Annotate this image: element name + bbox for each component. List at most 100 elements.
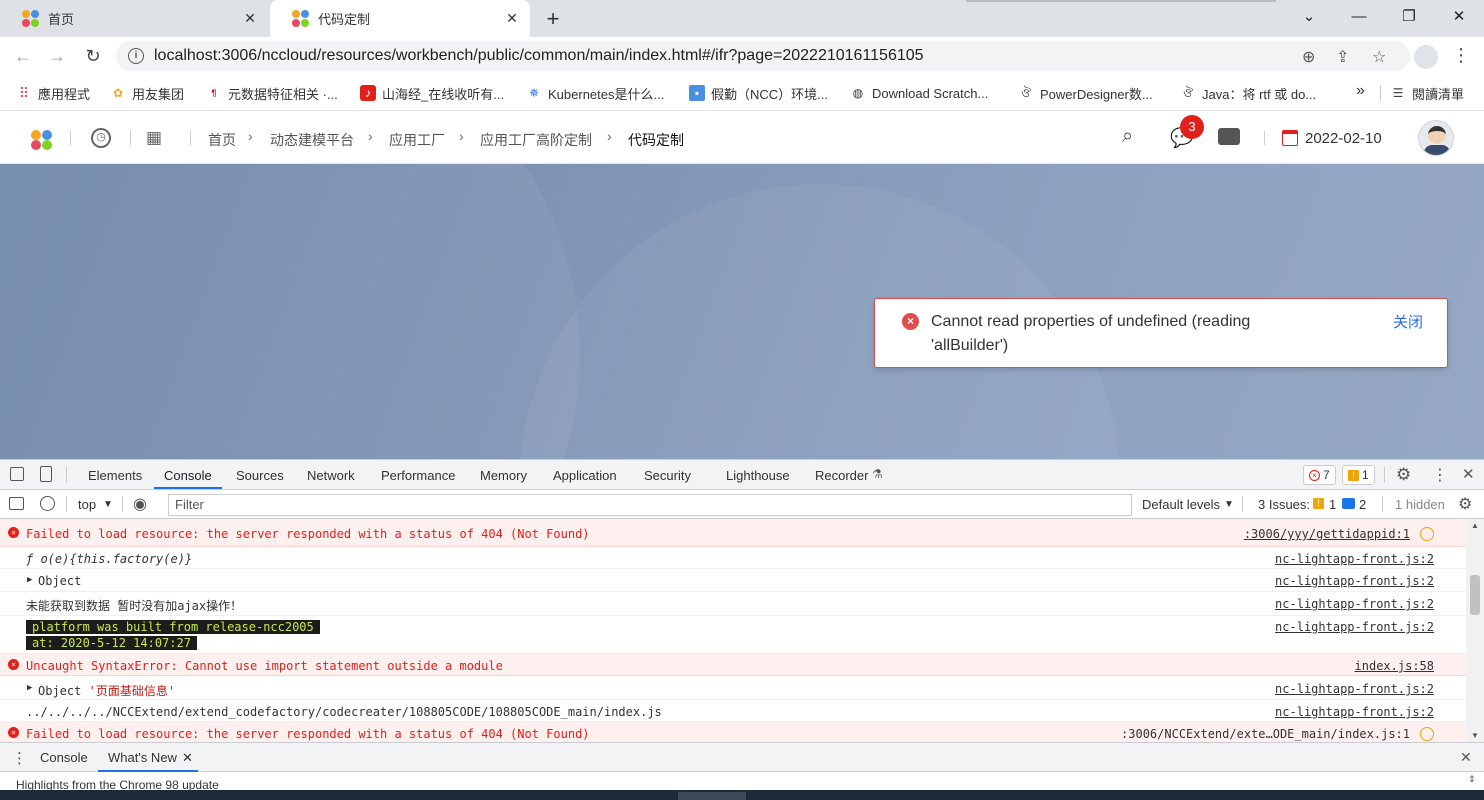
network-request-icon[interactable] (1420, 527, 1434, 541)
bookmark-metadata[interactable]: ¶ 元数据特征相关 ·... (206, 83, 337, 103)
log-source-link[interactable]: index.js:58 (1355, 659, 1434, 673)
bookmark-kubernetes[interactable]: ✵ Kubernetes是什么... (526, 83, 664, 103)
reload-icon[interactable]: ↻ (82, 45, 104, 67)
forward-arrow-icon[interactable]: → (46, 45, 68, 67)
filter-input[interactable]: Filter (168, 494, 1132, 516)
log-source-link[interactable]: nc-lightapp-front.js:2 (1275, 682, 1434, 696)
device-toolbar-icon[interactable] (40, 466, 52, 482)
toast-close-button[interactable]: 关闭 (1393, 311, 1423, 332)
tab-recorder[interactable]: Recorder (815, 468, 868, 483)
tab-hover-edge (966, 0, 1276, 2)
context-selector[interactable]: top (78, 497, 96, 512)
tab-close-icon[interactable]: ✕ (238, 10, 262, 27)
drawer-menu-icon[interactable]: ⋮ (12, 749, 27, 767)
scrollbar-thumb[interactable] (1470, 575, 1480, 615)
live-expression-eye-icon[interactable]: ◉ (133, 494, 147, 514)
tab-lighthouse[interactable]: Lighthouse (726, 468, 790, 483)
taskbar-item[interactable] (678, 792, 746, 800)
drawer-tab-whats-new[interactable]: What's New (108, 750, 177, 765)
bookmarks-overflow-icon[interactable]: » (1356, 81, 1365, 101)
bookmark-apps[interactable]: ⠿ 應用程式 (16, 83, 90, 103)
tab-application[interactable]: Application (553, 468, 617, 483)
sidebar-toggle-icon[interactable] (9, 497, 24, 510)
scroll-up-icon[interactable]: ▲ (1471, 521, 1479, 530)
tab-console[interactable]: Console (164, 468, 212, 483)
log-message[interactable]: ƒ o(e){this.factory(e)} (26, 552, 192, 566)
window-close-button[interactable]: ✕ (1444, 4, 1474, 30)
console-settings-gear-icon[interactable]: ⚙ (1458, 494, 1472, 514)
log-source-link[interactable]: :3006/yyy/gettidappid:1 (1244, 527, 1410, 541)
new-tab-button[interactable]: + (540, 6, 566, 32)
address-bar[interactable]: i localhost:3006/nccloud/resources/workb… (116, 41, 1410, 71)
site-info-icon[interactable]: i (128, 48, 144, 64)
inspect-element-icon[interactable] (10, 467, 24, 481)
tab-network[interactable]: Network (307, 468, 355, 483)
scroll-arrows-icon[interactable]: ⇕ (1468, 774, 1476, 785)
zoom-icon[interactable]: ⊕ (1302, 47, 1315, 67)
log-source-link[interactable]: :3006/NCCExtend/exte…ODE_main/index.js:1 (1121, 727, 1410, 741)
log-source-link[interactable]: nc-lightapp-front.js:2 (1275, 705, 1434, 719)
log-source-link[interactable]: nc-lightapp-front.js:2 (1275, 552, 1434, 566)
browser-menu-icon[interactable]: ⋮ (1452, 45, 1470, 66)
tab-performance[interactable]: Performance (381, 468, 455, 483)
tab-security[interactable]: Security (644, 468, 691, 483)
url-text[interactable]: localhost:3006/nccloud/resources/workben… (154, 47, 924, 65)
log-levels-dropdown[interactable]: Default levels (1142, 497, 1220, 512)
browser-tab-home[interactable]: 首页 ✕ (0, 0, 268, 37)
tab-search-dropdown-icon[interactable]: ⌄ (1294, 4, 1324, 30)
log-message[interactable]: Object (38, 574, 81, 588)
video-icon[interactable] (1218, 128, 1240, 145)
bookmark-star-icon[interactable]: ☆ (1372, 47, 1386, 67)
bookmark-scratch[interactable]: ◍ Download Scratch... (850, 83, 989, 103)
user-avatar[interactable] (1418, 120, 1454, 156)
warning-count-badge[interactable]: ! 1 (1342, 465, 1375, 485)
scroll-down-icon[interactable]: ▼ (1471, 731, 1479, 740)
more-options-icon[interactable]: ⋮ (1432, 465, 1448, 485)
log-source-link[interactable]: nc-lightapp-front.js:2 (1275, 597, 1434, 611)
breadcrumb-modeling[interactable]: 动态建模平台 (270, 130, 354, 150)
expand-triangle-icon[interactable]: ▶ (27, 683, 32, 693)
settings-gear-icon[interactable]: ⚙ (1396, 465, 1411, 485)
tab-sources[interactable]: Sources (236, 468, 284, 483)
bookmark-powerdesigner[interactable]: ঔ PowerDesigner数... (1018, 83, 1153, 103)
expand-triangle-icon[interactable]: ▶ (27, 575, 32, 585)
close-tab-icon[interactable]: ✕ (182, 750, 193, 766)
reading-list[interactable]: ☰ 閱讀清單 (1390, 83, 1464, 103)
log-source-link[interactable]: nc-lightapp-front.js:2 (1275, 620, 1434, 634)
tab-elements[interactable]: Elements (88, 468, 142, 483)
issues-label[interactable]: 3 Issues: (1258, 497, 1310, 512)
bookmark-shanhaijing[interactable]: ♪ 山海经_在线收听有... (360, 83, 504, 103)
minimize-button[interactable]: — (1344, 4, 1374, 30)
console-scrollbar[interactable]: ▲ ▼ (1466, 519, 1484, 742)
drawer-tab-console[interactable]: Console (40, 750, 88, 765)
restore-button[interactable]: ❐ (1394, 4, 1424, 30)
tab-close-icon[interactable]: ✕ (500, 10, 524, 27)
error-count-badge[interactable]: × 7 (1303, 465, 1336, 485)
bookmark-ncc-env[interactable]: ▪ 假勤（NCC）环境... (689, 83, 828, 103)
breadcrumb-home[interactable]: 首页 (208, 130, 236, 150)
back-arrow-icon[interactable]: ← (12, 45, 34, 67)
chevron-right-icon: › (368, 128, 373, 144)
network-request-icon[interactable] (1420, 727, 1434, 741)
log-message[interactable]: Object '页面基础信息' (38, 682, 175, 699)
bookmark-yonyou[interactable]: ✿ 用友集团 (110, 83, 184, 103)
browser-tab-code-custom[interactable]: 代码定制 ✕ (270, 0, 530, 37)
search-icon[interactable]: ⌕ (1122, 125, 1133, 148)
log-source-link[interactable]: nc-lightapp-front.js:2 (1275, 574, 1434, 588)
close-drawer-icon[interactable]: ✕ (1460, 749, 1472, 766)
share-icon[interactable]: ⇪ (1336, 47, 1349, 67)
bookmark-label: PowerDesigner数... (1040, 86, 1153, 102)
history-clock-icon[interactable]: ◷ (91, 128, 111, 148)
tab-memory[interactable]: Memory (480, 468, 527, 483)
divider (190, 131, 191, 145)
breadcrumb-advanced[interactable]: 应用工厂高阶定制 (480, 130, 592, 150)
clear-console-icon[interactable] (40, 496, 55, 511)
profile-avatar-icon[interactable] (1414, 45, 1438, 69)
close-devtools-icon[interactable]: ✕ (1462, 465, 1475, 483)
current-date[interactable]: 2022-02-10 (1305, 130, 1382, 147)
yonyou-logo-icon[interactable] (31, 128, 53, 150)
breadcrumb-app-factory[interactable]: 应用工厂 (389, 130, 445, 150)
bookmark-java-rtf[interactable]: ঔ Java：将 rtf 或 do... (1180, 83, 1316, 103)
menu-book-icon[interactable]: ▦ (146, 128, 162, 148)
error-icon: × (8, 659, 19, 670)
